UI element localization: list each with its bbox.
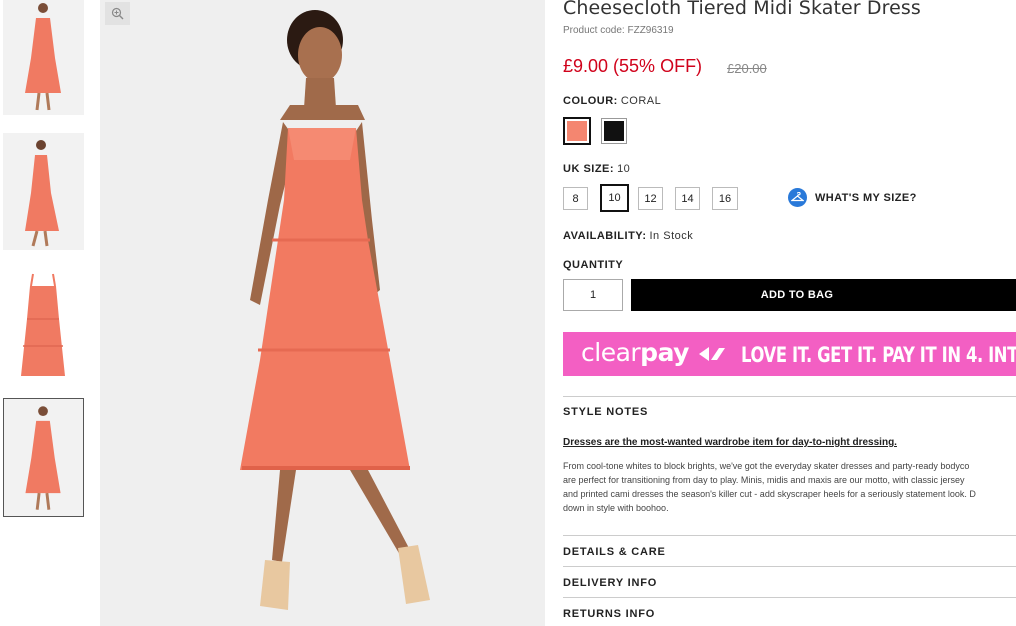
product-code: Product code: FZZ96319 [563, 25, 674, 36]
colour-value: CORAL [620, 95, 662, 107]
thumbnail-front[interactable] [3, 0, 84, 115]
divider [563, 597, 1016, 598]
style-notes-line: are perfect for transitioning from day t… [563, 475, 965, 485]
clearpay-arrows-icon [699, 347, 725, 361]
colour-label: COLOUR: [563, 95, 618, 107]
style-notes-line: From cool-tone whites to block brights, … [563, 461, 970, 471]
size-guide-label: WHAT'S MY SIZE? [815, 191, 917, 204]
quantity-row: QUANTITY [563, 259, 623, 271]
clearpay-tagline: LOVE IT. GET IT. PAY IT IN 4. INTEREST [741, 343, 1016, 367]
quantity-input[interactable]: 1 [563, 279, 623, 311]
add-to-bag-button[interactable]: ADD TO BAG [631, 279, 1016, 311]
sale-price: £9.00 (55% OFF) [563, 56, 703, 76]
delivery-info-accordion[interactable]: DELIVERY INFO [563, 577, 657, 589]
swatch-black-fill [604, 121, 624, 141]
divider [563, 396, 1016, 397]
zoom-in-icon [111, 7, 124, 20]
size-option-10[interactable]: 10 [600, 184, 629, 212]
clearpay-banner[interactable]: clearpay LOVE IT. GET IT. PAY IT IN 4. I… [563, 332, 1016, 376]
zoom-button[interactable] [105, 2, 130, 25]
thumbnail-flat[interactable] [3, 264, 84, 381]
divider [563, 535, 1016, 536]
style-notes-heading[interactable]: STYLE NOTES [563, 406, 648, 418]
thumbnail-side[interactable] [3, 133, 84, 250]
style-notes-line: and printed cami dresses the season's ki… [563, 489, 976, 499]
size-option-12[interactable]: 12 [638, 187, 663, 210]
size-value: 10 [617, 163, 631, 175]
availability-label: AVAILABILITY: [563, 230, 647, 242]
returns-info-accordion[interactable]: RETURNS INFO [563, 608, 655, 620]
details-care-accordion[interactable]: DETAILS & CARE [563, 546, 666, 558]
clearpay-logo: clearpay [581, 338, 689, 367]
model-side-image [3, 133, 84, 250]
quantity-label: QUANTITY [563, 259, 624, 271]
divider [563, 566, 1016, 567]
swatch-coral-fill [567, 121, 587, 141]
clearpay-logo-bold: pay [640, 338, 689, 367]
size-option-16[interactable]: 16 [712, 187, 738, 210]
size-guide-link[interactable]: WHAT'S MY SIZE? [788, 188, 917, 207]
original-price: £20.00 [727, 61, 767, 76]
dress-flat-image [3, 264, 84, 381]
size-row: UK SIZE: 10 [563, 163, 630, 175]
availability-value: In Stock [649, 230, 694, 242]
size-option-14[interactable]: 14 [675, 187, 700, 210]
availability-row: AVAILABILITY: In Stock [563, 230, 693, 242]
colour-row: COLOUR: CORAL [563, 95, 661, 107]
swatch-coral[interactable] [563, 117, 591, 145]
style-notes-body: From cool-tone whites to block brights, … [563, 459, 1016, 515]
model-front-image [3, 0, 84, 115]
thumbnail-front-2[interactable] [3, 398, 84, 517]
model-front-image-2 [4, 399, 83, 516]
style-notes-subheading: Dresses are the most-wanted wardrobe ite… [563, 437, 897, 448]
swatch-black[interactable] [601, 118, 627, 144]
style-notes-line: down in style with boohoo. [563, 503, 669, 513]
model-wearing-dress-image [100, 0, 545, 626]
clearpay-logo-light: clear [581, 338, 641, 367]
hanger-icon [788, 188, 807, 207]
main-product-image[interactable] [100, 0, 545, 626]
size-label: UK SIZE: [563, 163, 615, 175]
product-title: Cheesecloth Tiered Midi Skater Dress [563, 0, 921, 19]
size-option-8[interactable]: 8 [563, 187, 588, 210]
